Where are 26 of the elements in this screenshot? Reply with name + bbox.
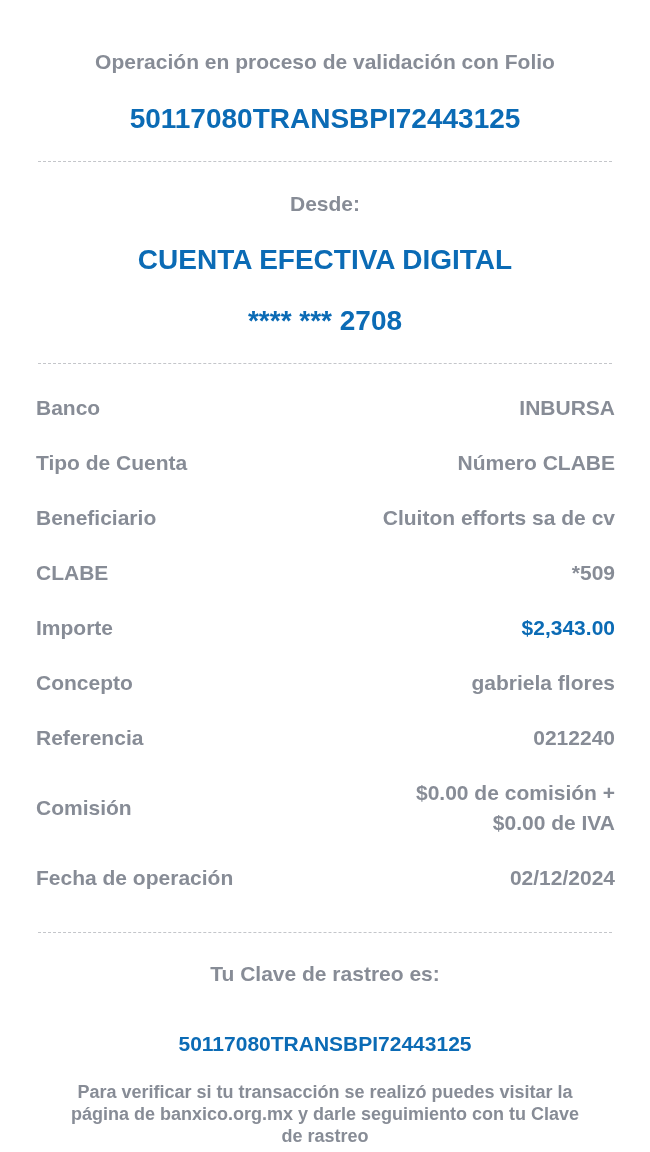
account-name: CUENTA EFECTIVA DIGITAL [136,243,514,277]
detail-value: gabriela flores [471,670,615,696]
detail-label: Beneficiario [36,505,157,531]
tracking-label: Tu Clave de rastreo es: [209,961,441,987]
detail-label: Referencia [36,725,144,751]
detail-label: Tipo de Cuenta [36,450,188,476]
verification-note: Para verificar si tu transacción se realizó puedes visitar la página de banxico.org.mx y darle seguimiento con tu Clave de rastreo [69,1081,581,1147]
detail-value: 02/12/2024 [509,865,615,891]
detail-label: Banco [36,395,101,421]
detail-value: *509 [571,560,615,586]
detail-value: Número CLABE [457,450,615,476]
detail-label: Comisión [36,795,132,821]
detail-value: Cluiton efforts sa de cv [382,505,615,531]
status-title: Operación en proceso de validación con Folio [94,49,556,75]
detail-label: Importe [36,615,113,641]
detail-value: $0.00 de comisión + $0.00 de IVA [415,780,615,836]
detail-value: 0212240 [533,725,615,751]
detail-label: CLABE [36,560,109,586]
folio-number: 50117080TRANSBPI72443125 [128,102,522,136]
detail-label: Concepto [36,670,133,696]
amount-value: $2,343.00 [521,615,615,641]
account-number: **** *** 2708 [246,304,404,338]
tracking-code: 50117080TRANSBPI72443125 [177,1031,473,1057]
detail-value: INBURSA [519,395,615,421]
from-label: Desde: [289,191,361,217]
detail-label: Fecha de operación [36,865,234,891]
